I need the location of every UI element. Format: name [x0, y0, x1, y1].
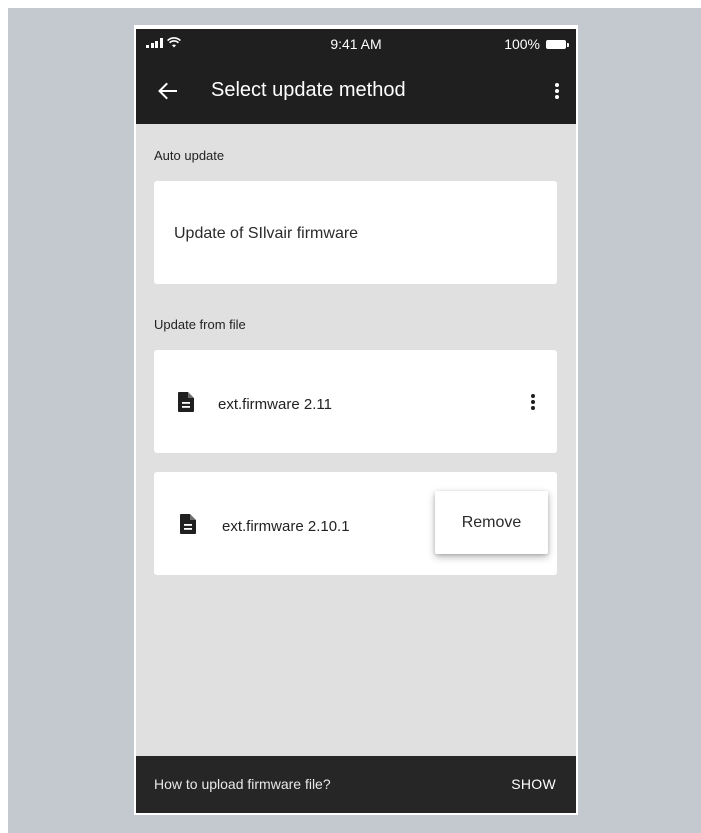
- auto-update-label: Update of SIlvair firmware: [174, 225, 359, 242]
- file-name: ext.firmware 2.10.1: [222, 518, 350, 535]
- overflow-menu-button[interactable]: [542, 76, 572, 106]
- file-context-menu: Remove: [435, 491, 548, 554]
- file-name: ext.firmware 2.11: [218, 396, 332, 413]
- menu-item-remove[interactable]: Remove: [435, 491, 548, 554]
- status-bar: 9:41 AM 100%: [136, 29, 576, 58]
- section-header-update-from-file: Update from file: [154, 317, 246, 332]
- arrow-back-icon: [158, 82, 177, 100]
- more-vert-icon: [531, 394, 535, 410]
- battery-percent: 100%: [504, 36, 540, 52]
- status-icons-right: 100%: [504, 36, 569, 52]
- battery-icon: [546, 39, 569, 49]
- auto-update-card[interactable]: Update of SIlvair firmware: [154, 181, 557, 284]
- app-bar: Select update method: [136, 58, 576, 124]
- back-button[interactable]: [152, 76, 182, 106]
- section-header-auto-update: Auto update: [154, 148, 225, 163]
- snackbar-show-button[interactable]: SHOW: [511, 776, 556, 792]
- file-icon: [180, 514, 196, 534]
- more-vert-icon: [555, 83, 559, 99]
- file-icon: [178, 392, 194, 412]
- snackbar: How to upload firmware file? SHOW: [136, 756, 576, 813]
- snackbar-message: How to upload firmware file?: [154, 776, 331, 792]
- phone-screen: 9:41 AM 100% Select update method Auto u…: [136, 29, 576, 813]
- file-card[interactable]: ext.firmware 2.11: [154, 350, 557, 453]
- page-title: Select update method: [211, 79, 406, 101]
- file-more-button[interactable]: [521, 388, 545, 416]
- phone-frame: 9:41 AM 100% Select update method Auto u…: [134, 25, 578, 815]
